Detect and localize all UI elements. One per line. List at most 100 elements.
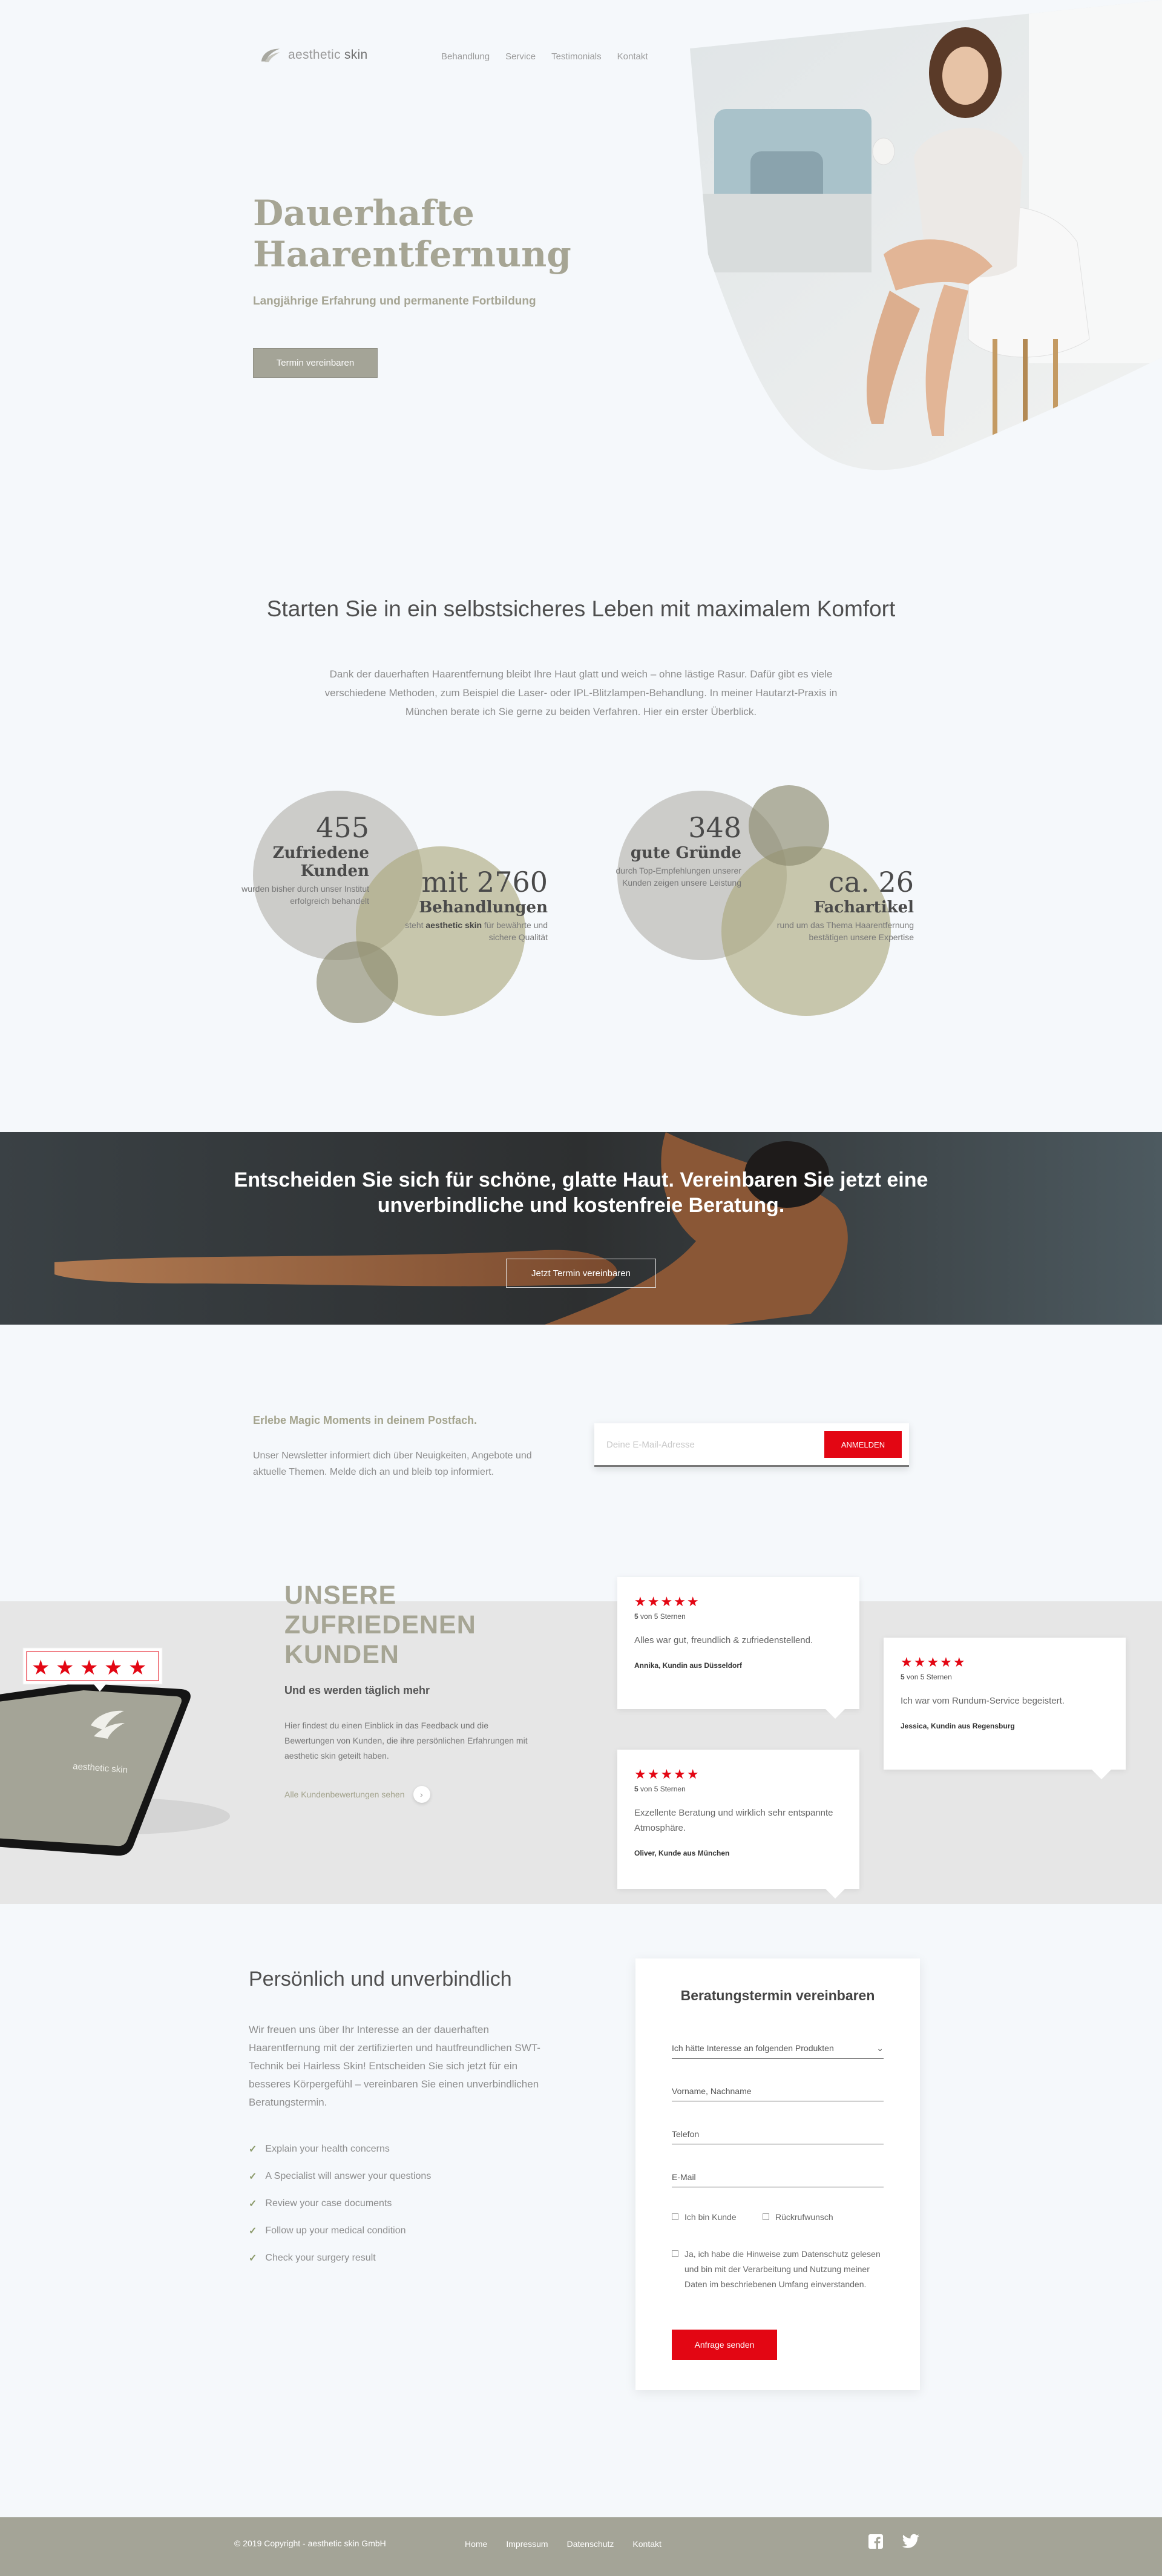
- form-title: Beratungstermin vereinbaren: [680, 1988, 875, 2003]
- newsletter-text: Unser Newsletter informiert dich über Ne…: [253, 1451, 532, 1477]
- stat-description: wurden bisher durch unser Institut erfolg…: [241, 884, 369, 906]
- review-card: ★★★★★ 5 von 5 Sternen Alles war gut, fre…: [617, 1577, 859, 1719]
- stat-number: ca. 26: [829, 866, 914, 898]
- all-reviews-label: Alle Kundenbewertungen sehen: [284, 1790, 405, 1799]
- intro-title: Starten Sie in ein selbstsicheres Leben …: [266, 596, 896, 621]
- footer-link-impressum[interactable]: Impressum: [506, 2539, 548, 2549]
- name-field[interactable]: Vorname, Nachname: [672, 2086, 884, 2101]
- logo-text: aesthetic skin: [288, 48, 368, 62]
- hero-appointment-button[interactable]: Termin vereinbaren: [253, 348, 378, 378]
- callback-checkbox[interactable]: Rückrufwunsch: [763, 2210, 833, 2225]
- stat-customers: 455 Zufriedene Kunden wurden bisher durc…: [218, 811, 369, 907]
- social-links: [868, 2534, 920, 2549]
- check-icon: ✓: [249, 2198, 257, 2209]
- stat-number: mit 2760: [421, 866, 548, 898]
- review-card: ★★★★★ 5 von 5 Sternen Exzellente Beratun…: [617, 1750, 859, 1899]
- checkbox[interactable]: [672, 2213, 678, 2220]
- twitter-icon[interactable]: [902, 2534, 920, 2549]
- phone-field[interactable]: Telefon: [672, 2129, 884, 2144]
- hero-image: [690, 0, 1162, 470]
- footer-link-kontakt[interactable]: Kontakt: [632, 2539, 661, 2549]
- footer-link-home[interactable]: Home: [465, 2539, 487, 2549]
- review-card: ★★★★★ 5 von 5 Sternen Ich war vom Rundum…: [884, 1638, 1126, 1779]
- newsletter-title: Erlebe Magic Moments in deinem Postfach.: [253, 1414, 478, 1426]
- stat-number: 348: [688, 811, 741, 844]
- stat-number: 455: [316, 811, 369, 844]
- svg-text:★: ★: [128, 1656, 146, 1680]
- intro-text: Dank der dauerhaften Haarentfernung blei…: [324, 668, 838, 717]
- testimonials-title: UNSERE ZUFRIEDENEN KUNDEN: [284, 1581, 476, 1669]
- speech-tail: [1092, 1770, 1111, 1779]
- speech-tail: [826, 1709, 845, 1719]
- review-author: Oliver, Kunde aus München: [634, 1849, 730, 1857]
- review-quote: Alles war gut, freundlich & zufriedenste…: [634, 1635, 813, 1645]
- rating-stars: ★★★★★: [634, 1594, 700, 1609]
- rating-text: 5 von 5 Sternen: [634, 1785, 686, 1793]
- stat-treatments: mit 2760 Behandlungen steht aesthetic sk…: [360, 866, 548, 943]
- list-item: ✓ Review your case documents: [249, 2198, 392, 2209]
- check-icon: ✓: [249, 2225, 257, 2236]
- contact-title: Persönlich und unverbindlich: [249, 1968, 512, 1991]
- rating-text: 5 von 5 Sternen: [634, 1612, 686, 1621]
- footer-copyright: © 2019 Copyright - aesthetic skin GmbH: [234, 2538, 386, 2548]
- speech-tail: [826, 1889, 845, 1899]
- rating-text: 5 von 5 Sternen: [901, 1673, 952, 1681]
- banner-image: [0, 1132, 1162, 1325]
- nav-item-behandlung[interactable]: Behandlung: [441, 51, 490, 62]
- rating-stars: ★★★★★: [901, 1655, 967, 1670]
- list-item: ✓ Explain your health concerns: [249, 2143, 390, 2155]
- all-reviews-link[interactable]: Alle Kundenbewertungen sehen ›: [284, 1786, 430, 1803]
- stat-circle: [317, 941, 398, 1023]
- stat-articles: ca. 26 Fachartikel rund um das Thema Haa…: [726, 866, 914, 943]
- svg-text:★: ★: [56, 1656, 74, 1680]
- chevron-down-icon: ⌄: [876, 2043, 884, 2053]
- newsletter-subscribe-button[interactable]: ANMELDEN: [824, 1431, 902, 1458]
- stat-label: Fachartikel: [813, 898, 914, 917]
- svg-text:★: ★: [104, 1656, 122, 1680]
- list-item: ✓ A Specialist will answer your questions: [249, 2170, 432, 2182]
- stat-label: Zufriedene Kunden: [272, 844, 369, 880]
- footer-nav: Home Impressum Datenschutz Kontakt: [465, 2539, 661, 2549]
- testimonials-subtitle: Und es werden täglich mehr: [284, 1684, 430, 1696]
- check-icon: ✓: [249, 2171, 257, 2182]
- review-author: Annika, Kundin aus Düsseldorf: [634, 1661, 743, 1670]
- nav-item-testimonials[interactable]: Testimonials: [551, 51, 602, 62]
- contact-text: Wir freuen uns über Ihr Interesse an der…: [249, 2024, 540, 2108]
- logo[interactable]: aesthetic skin: [259, 46, 367, 64]
- list-item: ✓ Check your surgery result: [249, 2252, 376, 2264]
- privacy-checkbox[interactable]: Ja, ich habe die Hinweise zum Datenschut…: [672, 2247, 884, 2292]
- hero-subtitle: Langjährige Erfahrung und permanente For…: [253, 295, 536, 308]
- product-select[interactable]: Ich hätte Interesse an folgenden Produkt…: [672, 2043, 884, 2059]
- list-item: ✓ Follow up your medical condition: [249, 2225, 406, 2236]
- logo-leaf-icon: [261, 48, 280, 62]
- checkbox[interactable]: [763, 2213, 769, 2220]
- stat-circle: [749, 785, 829, 866]
- banner-appointment-button[interactable]: Jetzt Termin vereinbaren: [506, 1259, 656, 1288]
- stat-description: durch Top-Empfehlungen unserer Kunden zei…: [615, 866, 741, 888]
- stat-label: Behandlungen: [419, 898, 548, 917]
- phone-illustration: aesthetic skin ★ ★ ★ ★ ★: [0, 1647, 230, 1856]
- banner-text: Entscheiden Sie sich für schöne, glatte …: [234, 1168, 928, 1217]
- arrow-right-icon[interactable]: ›: [413, 1786, 430, 1803]
- checkbox[interactable]: [672, 2250, 678, 2257]
- facebook-icon[interactable]: [868, 2534, 884, 2549]
- testimonials-text: Hier findest du einen Einblick in das Fe…: [284, 1721, 528, 1761]
- svg-text:★: ★: [31, 1656, 50, 1680]
- newsletter-email-input[interactable]: [606, 1431, 812, 1458]
- email-field[interactable]: E-Mail: [672, 2172, 884, 2187]
- benefit-list: ✓ Explain your health concerns ✓ A Special…: [249, 2135, 431, 2271]
- submit-request-button[interactable]: Anfrage senden: [672, 2330, 777, 2360]
- stat-description: steht aesthetic skin für bewährte und sic…: [405, 920, 548, 942]
- check-icon: ✓: [249, 2253, 257, 2264]
- svg-text:★: ★: [80, 1656, 98, 1680]
- customer-checkbox[interactable]: Ich bin Kunde: [672, 2210, 737, 2225]
- review-quote: Exzellente Beratung und wirklich sehr en…: [634, 1808, 833, 1833]
- nav-item-service[interactable]: Service: [505, 51, 536, 62]
- main-nav: Behandlung Service Testimonials Kontakt: [441, 51, 648, 62]
- check-icon: ✓: [249, 2144, 257, 2155]
- rating-stars: ★★★★★: [634, 1767, 700, 1782]
- hero-title: Dauerhafte Haarentfernung: [253, 193, 571, 275]
- stat-description: rund um das Thema Haarentfernung bestätig…: [776, 920, 914, 942]
- footer-link-datenschutz[interactable]: Datenschutz: [567, 2539, 614, 2549]
- stat-label: gute Gründe: [630, 844, 741, 862]
